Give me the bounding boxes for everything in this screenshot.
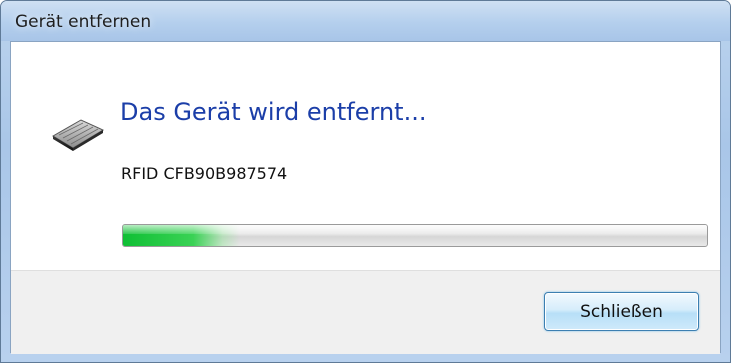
- progress-gloss: [123, 225, 707, 235]
- dialog-heading: Das Gerät wird entfernt...: [120, 98, 427, 126]
- dialog-footer: Schließen: [11, 270, 720, 354]
- dialog-window: Gerät entfernen Das Gerät wird entfernt.…: [0, 0, 731, 363]
- device-name: RFID CFB90B987574: [121, 164, 288, 183]
- dialog-client-area: Das Gerät wird entfernt... RFID CFB90B98…: [10, 41, 721, 354]
- window-title: Gerät entfernen: [15, 12, 152, 32]
- title-bar[interactable]: Gerät entfernen: [1, 1, 730, 41]
- progress-bar: [122, 224, 708, 247]
- content-area: Das Gerät wird entfernt... RFID CFB90B98…: [11, 42, 720, 270]
- keyboard-device-icon: [52, 119, 105, 151]
- close-button[interactable]: Schließen: [544, 292, 699, 331]
